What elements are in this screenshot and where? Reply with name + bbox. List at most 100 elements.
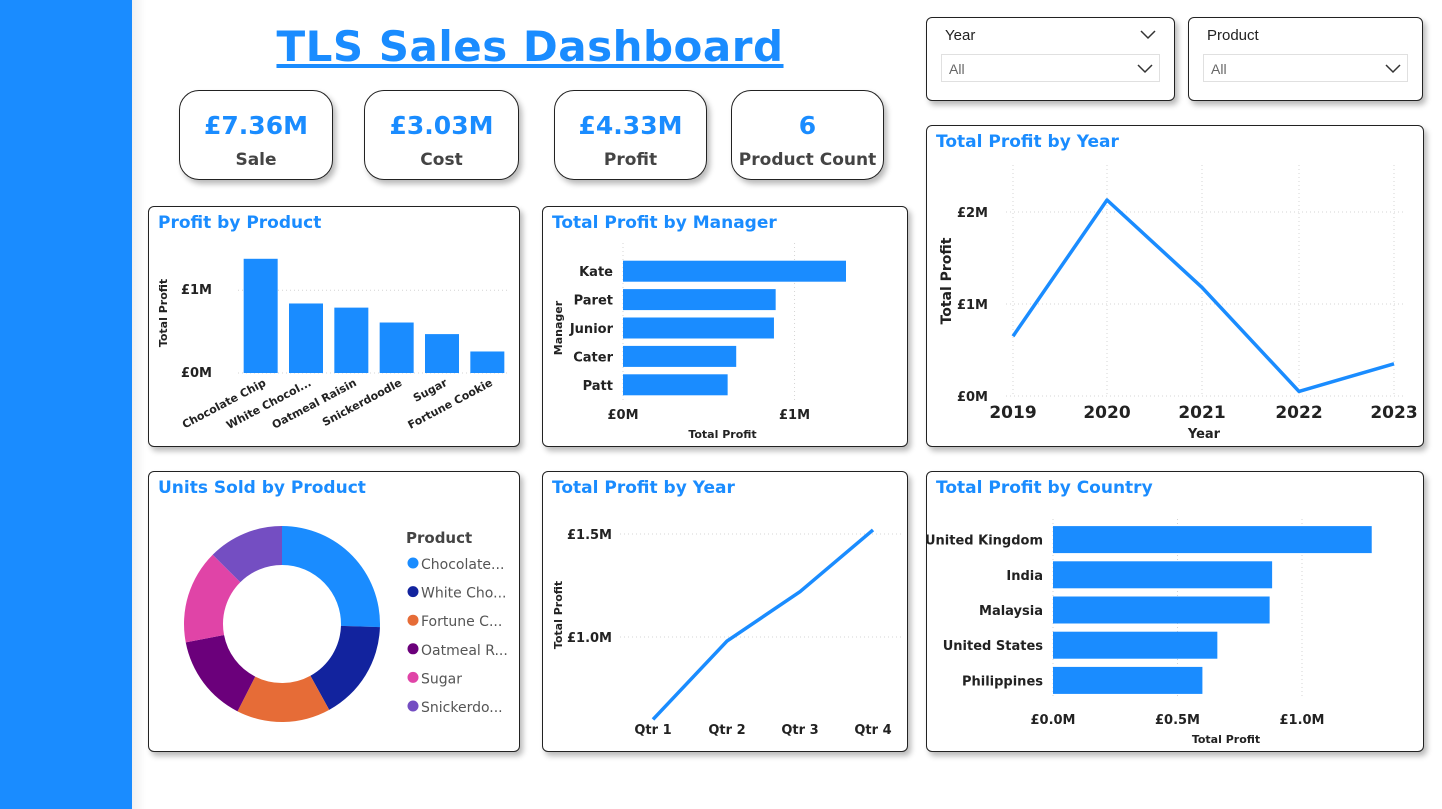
y-axis-title: Manager [552,300,565,355]
bar [379,322,414,373]
dropdown-value: All [1211,61,1227,77]
kpi-value: £4.33M [578,111,683,140]
y-tick-label: £1M [180,283,211,298]
bar [333,307,368,373]
legend-item: Oatmeal R... [421,642,508,658]
x-tick-label: £1M [779,408,810,423]
category-label: Patt [582,378,612,393]
profit-by-manager-panel[interactable]: Total Profit by Manager £0M £1M Total Prof… [542,206,908,447]
legend-item: Fortune C... [421,614,502,630]
x-axis-title: Total Profit [1191,733,1259,746]
bar [288,302,323,373]
legend-title: Product [406,529,472,547]
y-tick-label: £0M [956,390,987,405]
product-dropdown[interactable]: All [1203,54,1408,82]
legend-item: White Cho... [421,585,506,601]
bar [622,260,846,282]
x-tick-label: Snickerdoodle [320,376,404,429]
bar [1052,596,1270,623]
kpi-label: Profit [603,150,658,170]
profit-by-manager-chart[interactable]: £0M £1M Total Profit Manager Kate Paret Junior… [542,206,908,447]
x-tick-label: 2022 [1275,403,1322,423]
category-label: Malaysia [979,604,1043,619]
x-tick-label: Qtr 3 [781,723,818,738]
slicer-title: Year [945,27,976,44]
x-tick-label: £0.5M [1154,713,1199,728]
kpi-card-product-count[interactable]: 6 Product Count [731,90,884,180]
category-label: United States [942,639,1043,654]
legend-item: Sugar [421,671,462,687]
dashboard-title: TLS Sales Dashboard [276,22,784,71]
kpi-card-profit[interactable]: £4.33M Profit [554,90,707,180]
legend-item: Chocolate... [421,557,504,573]
year-slicer[interactable]: Year All [926,17,1175,101]
category-label: United Kingdom [926,533,1043,548]
profit-by-quarter-panel[interactable]: Total Profit by Year £1.0M £1.5M Total Pro… [542,471,908,752]
chevron-down-icon[interactable] [1140,30,1156,40]
x-tick-label: £0.0M [1030,713,1075,728]
x-tick-label: Qtr 4 [854,723,891,738]
y-tick-label: £1.5M [566,528,611,543]
kpi-card-cost[interactable]: £3.03M Cost [364,90,519,180]
y-axis-title: Total Profit [552,580,565,648]
kpi-label: Product Count [738,150,877,170]
slicer-title: Product [1207,27,1259,44]
bar [424,333,459,373]
y-tick-label: £1.0M [566,631,611,646]
kpi-label: Sale [235,150,277,170]
legend-swatch [407,700,418,711]
bar [243,258,278,373]
category-label: Junior [568,322,613,337]
legend-swatch [407,585,418,597]
profit-by-country-chart[interactable]: £0.0M £0.5M £1.0M Total Profit United Kingdo… [926,471,1424,752]
bar [1052,560,1272,588]
bar [622,345,736,367]
bar [1052,631,1217,659]
profit-by-year-panel[interactable]: Total Profit by Year £0M £1M £2M 2019 2020 20… [926,125,1424,447]
x-tick-label: Qtr 1 [634,723,671,738]
kpi-value: 6 [798,111,817,140]
series-line [1011,197,1394,393]
x-tick-label: 2020 [1083,403,1130,423]
units-by-product-chart[interactable]: Product Chocolate... White Cho... Fortune C… [148,471,520,752]
y-tick-label: £1M [956,298,987,313]
bar [622,317,774,338]
series-line [651,528,874,721]
x-axis-title: Total Profit [688,428,756,441]
sidebar-shadow [132,0,146,809]
profit-by-year-chart[interactable]: £0M £1M £2M 2019 2020 2021 2022 2023 Total Profi… [926,125,1424,447]
category-label: Philippines [961,674,1042,689]
bar [622,288,776,310]
category-label: Paret [573,293,612,308]
units-by-product-panel[interactable]: Units Sold by Product Product Chocolate..… [148,471,520,752]
x-axis-title: Year [1186,427,1220,442]
category-label: Cater [573,350,613,365]
bar [469,350,504,373]
x-tick-label: 2021 [1178,403,1225,423]
sidebar [0,0,132,809]
legend-swatch [407,614,418,626]
y-tick-label: £2M [956,206,987,221]
kpi-label: Cost [420,150,463,170]
legend-swatch [407,671,418,683]
profit-by-product-panel[interactable]: Profit by Product £0M £1M Total Profit Choc… [148,206,520,447]
legend-item: Snickerdo... [421,700,503,716]
x-tick-label: £0M [607,408,638,423]
kpi-value: £3.03M [389,111,494,140]
profit-by-quarter-chart[interactable]: £1.0M £1.5M Total Profit Qtr 1 Qtr 2 Qtr 3 Qtr… [542,471,908,752]
product-slicer[interactable]: Product All [1188,17,1423,101]
profit-by-product-chart[interactable]: £0M£1MTotal ProfitChocolate ChipWhite Ch… [148,206,520,447]
year-dropdown[interactable]: All [941,54,1160,82]
x-tick-label: Fortune Cookie [405,376,494,432]
x-tick-label: 2019 [989,403,1036,423]
bar [1052,666,1202,694]
bar [622,373,728,395]
y-axis-title: Total Profit [157,278,170,346]
profit-by-country-panel[interactable]: Total Profit by Country £0.0M £0.5M £1.0M T… [926,471,1424,752]
bar [1052,525,1372,553]
legend-swatch [407,557,418,568]
x-tick-label: 2023 [1370,403,1417,423]
x-tick-label: Qtr 2 [708,723,745,738]
chevron-down-icon [1137,64,1153,74]
kpi-card-sale[interactable]: £7.36M Sale [179,90,333,180]
